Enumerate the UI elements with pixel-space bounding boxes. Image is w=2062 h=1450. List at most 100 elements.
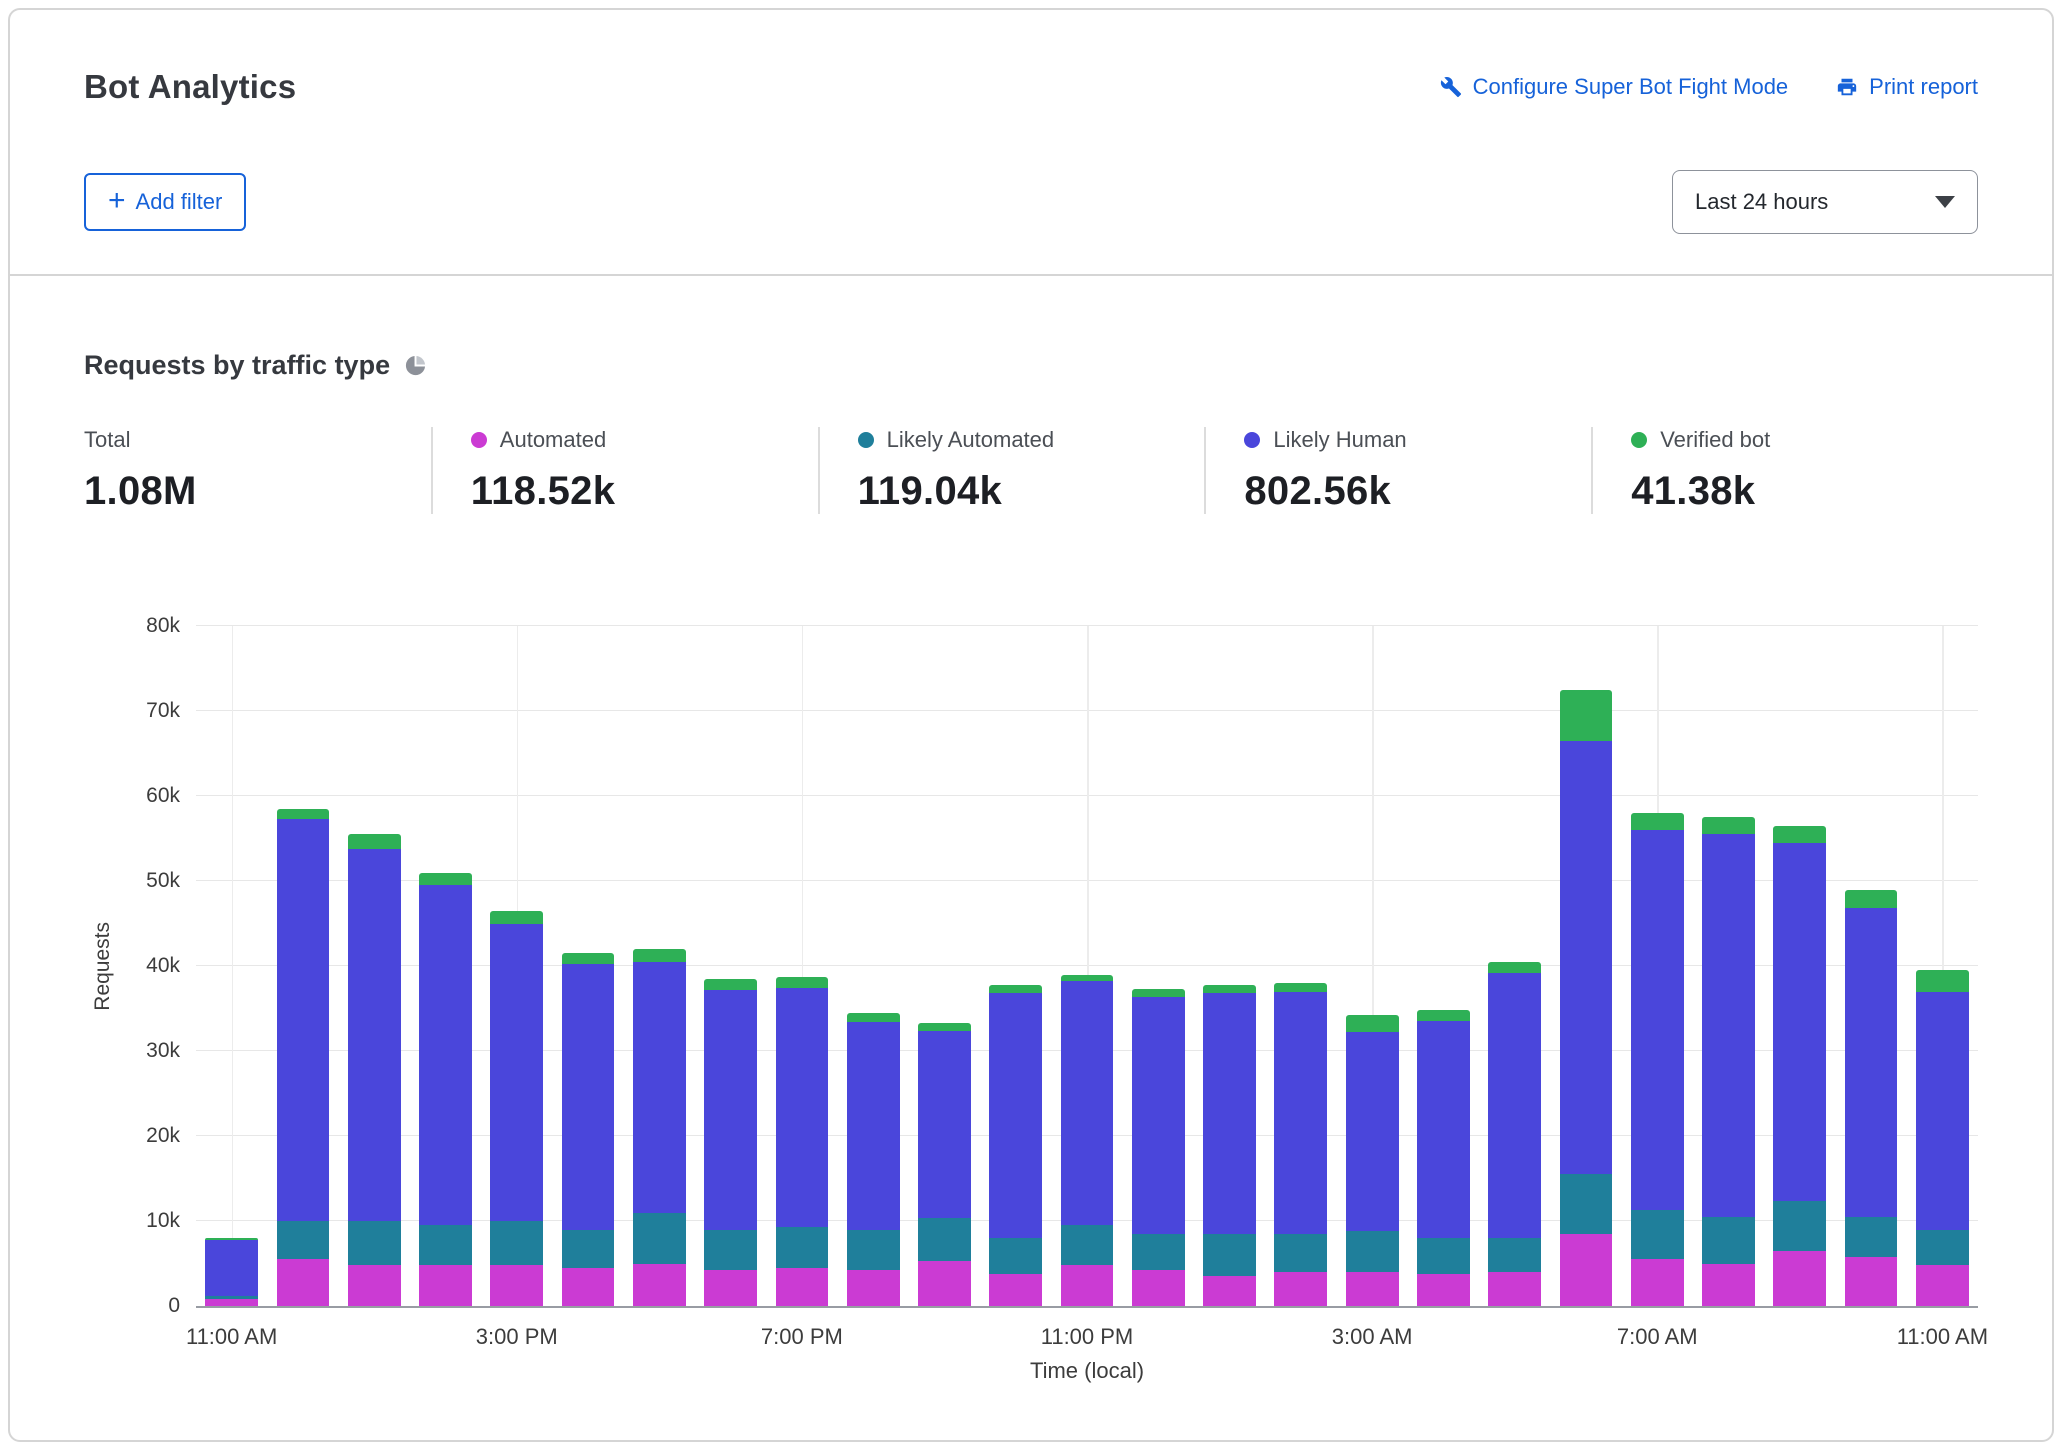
bar-slot: [1622, 626, 1693, 1306]
bar-slot: [552, 626, 623, 1306]
stacked-bar[interactable]: [776, 626, 829, 1306]
segment-automated: [1203, 1276, 1256, 1306]
bar-slot: [1835, 626, 1906, 1306]
segment-automated: [348, 1265, 401, 1306]
segment-automated: [918, 1261, 971, 1306]
stats-row: Total 1.08M Automated 118.52k Likely Aut…: [84, 427, 1978, 514]
stacked-bar[interactable]: [1560, 626, 1613, 1306]
stacked-bar[interactable]: [704, 626, 757, 1306]
segment-likely-automated: [1417, 1238, 1470, 1274]
stacked-bar[interactable]: [1845, 626, 1898, 1306]
stacked-bar[interactable]: [1631, 626, 1684, 1306]
stat-likely-automated-value: 119.04k: [858, 469, 1205, 514]
wrench-icon: [1440, 76, 1462, 98]
chart-section: Requests by traffic type Total 1.08M Aut…: [10, 276, 2052, 1384]
stacked-bar[interactable]: [1702, 626, 1755, 1306]
segment-likely-human: [1845, 908, 1898, 1217]
segment-likely-human: [562, 964, 615, 1229]
stacked-bar[interactable]: [419, 626, 472, 1306]
stacked-bar[interactable]: [1346, 626, 1399, 1306]
segment-verified-bot: [704, 979, 757, 990]
segment-verified-bot: [1773, 826, 1826, 843]
print-link-label: Print report: [1869, 74, 1978, 100]
stacked-bar[interactable]: [1773, 626, 1826, 1306]
segment-likely-human: [847, 1022, 900, 1230]
segment-likely-human: [918, 1031, 971, 1218]
segment-likely-human: [490, 924, 543, 1222]
legend-dot-likely-automated: [858, 432, 874, 448]
segment-likely-automated: [1560, 1174, 1613, 1234]
segment-automated: [419, 1265, 472, 1306]
stat-automated: Automated 118.52k: [431, 427, 818, 514]
legend-dot-automated: [471, 432, 487, 448]
stacked-bar[interactable]: [1061, 626, 1114, 1306]
y-tick-label: 0: [168, 1294, 180, 1318]
segment-verified-bot: [348, 834, 401, 848]
segment-automated: [1845, 1257, 1898, 1306]
segment-likely-automated: [1274, 1234, 1327, 1272]
segment-automated: [633, 1264, 686, 1307]
add-filter-button[interactable]: + Add filter: [84, 173, 246, 231]
stacked-bar[interactable]: [1274, 626, 1327, 1306]
plus-icon: +: [108, 186, 126, 216]
segment-verified-bot: [847, 1013, 900, 1022]
stacked-bar[interactable]: [1417, 626, 1470, 1306]
stacked-bar[interactable]: [205, 626, 258, 1306]
segment-likely-human: [1346, 1032, 1399, 1231]
stat-total-label: Total: [84, 427, 130, 453]
segment-likely-automated: [1702, 1217, 1755, 1264]
stacked-bar[interactable]: [989, 626, 1042, 1306]
segment-automated: [847, 1270, 900, 1306]
bar-slot: [481, 626, 552, 1306]
segment-likely-automated: [847, 1230, 900, 1270]
stat-likely-human-value: 802.56k: [1244, 469, 1591, 514]
segment-automated: [277, 1259, 330, 1306]
chevron-down-icon: [1935, 196, 1955, 208]
printer-icon: [1836, 76, 1858, 98]
segment-likely-human: [1203, 993, 1256, 1234]
card-header: Bot Analytics Configure Super Bot Fight …: [10, 10, 2052, 274]
segment-verified-bot: [989, 985, 1042, 994]
stacked-bar[interactable]: [1916, 626, 1969, 1306]
stat-likely-human-label: Likely Human: [1273, 427, 1406, 453]
stacked-bar[interactable]: [1488, 626, 1541, 1306]
stacked-bar[interactable]: [1132, 626, 1185, 1306]
stacked-bar[interactable]: [490, 626, 543, 1306]
bar-slot: [339, 626, 410, 1306]
segment-likely-automated: [704, 1230, 757, 1271]
segment-likely-human: [1560, 741, 1613, 1175]
segment-automated: [205, 1299, 258, 1306]
segment-likely-automated: [562, 1230, 615, 1268]
segment-likely-human: [277, 819, 330, 1221]
time-range-value: Last 24 hours: [1695, 189, 1828, 215]
segment-likely-automated: [1773, 1201, 1826, 1250]
bar-slot: [196, 626, 267, 1306]
stacked-bar[interactable]: [847, 626, 900, 1306]
segment-automated: [704, 1270, 757, 1306]
segment-automated: [1702, 1264, 1755, 1307]
y-tick-label: 50k: [146, 869, 180, 893]
segment-verified-bot: [1132, 989, 1185, 998]
stacked-bar[interactable]: [562, 626, 615, 1306]
stacked-bar[interactable]: [918, 626, 971, 1306]
segment-likely-automated: [1916, 1230, 1969, 1266]
print-report-link[interactable]: Print report: [1836, 74, 1978, 100]
configure-super-bot-fight-mode-link[interactable]: Configure Super Bot Fight Mode: [1440, 74, 1789, 100]
segment-verified-bot: [1488, 962, 1541, 973]
x-axis-title: Time (local): [196, 1358, 1978, 1384]
bar-slot: [1123, 626, 1194, 1306]
stacked-bar[interactable]: [633, 626, 686, 1306]
configure-link-label: Configure Super Bot Fight Mode: [1473, 74, 1789, 100]
segment-automated: [1560, 1234, 1613, 1306]
stacked-bar[interactable]: [348, 626, 401, 1306]
y-axis-title: Requests: [91, 922, 115, 1011]
stacked-bar[interactable]: [277, 626, 330, 1306]
time-range-select[interactable]: Last 24 hours: [1672, 170, 1978, 234]
segment-likely-automated: [348, 1221, 401, 1265]
bot-analytics-card: Bot Analytics Configure Super Bot Fight …: [8, 8, 2054, 1442]
segment-likely-automated: [1346, 1231, 1399, 1272]
stacked-bar[interactable]: [1203, 626, 1256, 1306]
bar-slot: [1550, 626, 1621, 1306]
segment-likely-human: [1916, 992, 1969, 1230]
segment-automated: [1417, 1274, 1470, 1306]
